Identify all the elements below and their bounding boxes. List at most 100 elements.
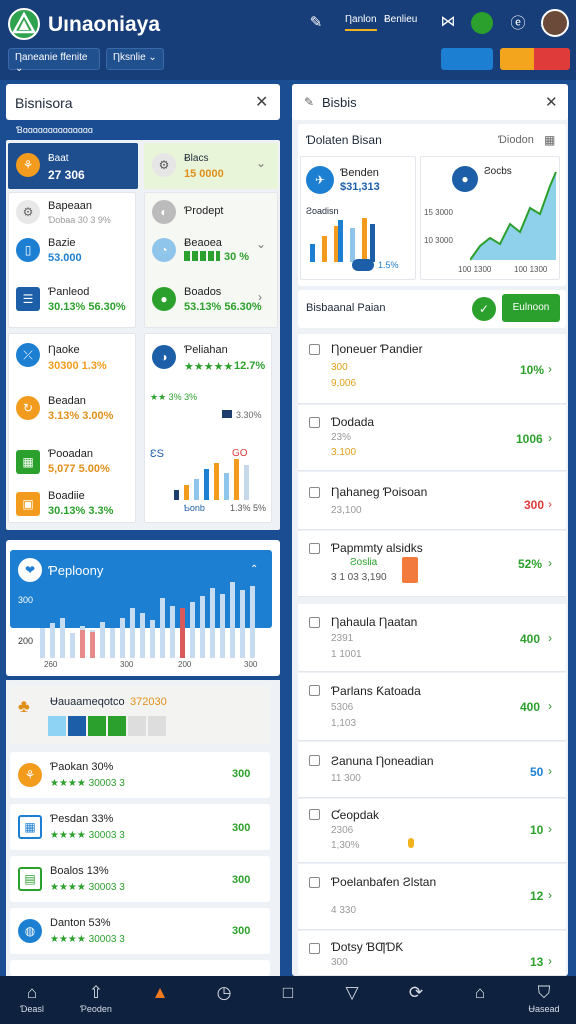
stat-beadan-value: 3.13% 3.00% [48, 410, 114, 422]
globe-icon: ◍ [18, 919, 42, 943]
settings-icon: ⚙ [16, 200, 40, 224]
stat-peliahan-value: 12.7% [234, 360, 266, 372]
bottom-nav: ⌂ Ɗeasl ⇧ Ƥeoden ▲ ◷ □ ▽ ⟳ ⌂ ⛉ Ʉasead [0, 976, 576, 1024]
collapse-icon[interactable]: ⌃ [250, 564, 258, 575]
nav-link-2[interactable]: Ƀenlieu [384, 14, 417, 25]
left-item-2-title: Ƥesdan 33% [50, 813, 114, 825]
nav-filter[interactable]: ▽ [320, 976, 384, 1024]
row-7-sub1: 11 300 [331, 773, 361, 784]
toggle-button[interactable]: Eulnoon [502, 294, 560, 322]
row-4-checkbox[interactable] [309, 543, 320, 554]
mini-chart-label-1: ƐS [150, 448, 164, 460]
left-list-item-3[interactable] [10, 856, 270, 902]
row-9-chevron-icon[interactable]: › [548, 888, 552, 902]
row-8-checkbox[interactable] [309, 809, 320, 820]
row-6-value: 400 [520, 700, 541, 714]
nav-home[interactable]: ⌂ Ɗeasl [0, 976, 64, 1024]
calendar-icon[interactable]: ▦ [544, 133, 555, 147]
row-10-checkbox[interactable] [309, 943, 320, 954]
row-4-title: Ƥapmmty alsidks [331, 541, 423, 555]
row-4-chevron-icon[interactable]: › [548, 556, 552, 570]
chevron-down-icon[interactable]: ⌄ [256, 156, 266, 170]
notification-icon[interactable]: ⓔ [508, 12, 528, 33]
stat-boadiie-title: Boadiie [48, 490, 85, 502]
warning-button[interactable] [500, 48, 534, 70]
row-7-chevron-icon[interactable]: › [548, 764, 552, 778]
dropdown-filter-1[interactable]: Ƞaneanie ffenite ⌄ [8, 48, 100, 74]
dropdown-filter-2[interactable]: Ƞksnlie ⌄ [106, 48, 164, 70]
left-item-3-stars: ★★★★ 30003 3 [50, 882, 125, 893]
status-toggle-icon[interactable] [471, 12, 493, 34]
nav-clock[interactable]: ◷ [192, 976, 256, 1024]
row-1-chevron-icon[interactable]: › [548, 362, 552, 376]
card1-pill [352, 259, 374, 271]
row-6-checkbox[interactable] [309, 685, 320, 696]
square-icon: □ [282, 983, 294, 1002]
row-5-chevron-icon[interactable]: › [548, 631, 552, 645]
left-item-3-value[interactable]: 300 [232, 874, 250, 886]
left-item-4-value[interactable]: 300 [232, 925, 250, 937]
tile-beaoea-title: Ƀeaoea [184, 237, 222, 249]
avatar[interactable] [541, 9, 569, 37]
left-list-item-5[interactable] [10, 960, 270, 976]
row-4-badge [402, 557, 418, 583]
left-item-2-value[interactable]: 300 [232, 822, 250, 834]
view-toggle-button[interactable] [441, 48, 493, 70]
share-icon[interactable]: ⋈ [438, 12, 458, 30]
fire-icon: ▲ [151, 983, 169, 1002]
row-6-sub2: 1,103 [331, 718, 357, 729]
row-3-checkbox[interactable] [309, 487, 320, 498]
pencil-icon[interactable]: ✎ [304, 95, 314, 109]
right-row-9[interactable] [298, 864, 566, 930]
chevron-right-icon[interactable]: › [258, 290, 262, 304]
alert-button[interactable] [534, 48, 570, 70]
row-4-sub2: 3 1 03 3,190 [331, 572, 387, 583]
card1-title: Ɓenden [340, 167, 379, 179]
left-item-1-value[interactable]: 300 [232, 768, 250, 780]
row-3-value: 300 [524, 498, 545, 512]
filter-icon: ▽ [345, 983, 359, 1002]
nav-shield[interactable]: ⛉ Ʉasead [512, 976, 576, 1024]
row-3-chevron-icon[interactable]: › [548, 497, 552, 511]
row-7-checkbox[interactable] [309, 755, 320, 766]
nav-refresh[interactable]: ⟳ [384, 976, 448, 1024]
chevron-down-icon-2[interactable]: ⌄ [256, 237, 266, 251]
nav-upload[interactable]: ⇧ Ƥeoden [64, 976, 128, 1024]
row-10-value: 13 [530, 955, 544, 969]
row-8-sub1: 2306 [331, 825, 354, 836]
row-8-chevron-icon[interactable]: › [548, 822, 552, 836]
nav-fire[interactable]: ▲ [128, 976, 192, 1024]
nav-bag[interactable]: ⌂ [448, 976, 512, 1024]
row-9-checkbox[interactable] [309, 877, 320, 888]
close-icon-right[interactable]: ✕ [545, 93, 558, 111]
row-2-chevron-icon[interactable]: › [548, 431, 552, 445]
clipboard-icon: ▤ [18, 867, 42, 891]
left-list-item-4[interactable] [10, 908, 270, 954]
flame-icon: ⚘ [16, 153, 40, 177]
row-1-sub1: 300 [331, 362, 348, 373]
right-row-7[interactable] [298, 742, 566, 798]
left-list-item-1[interactable] [10, 752, 270, 798]
row-8-title: Ƈeopdak [331, 808, 380, 822]
nav-link-1[interactable]: Ƞanlon [345, 14, 377, 31]
progress-card-title: Ʉauaameqotco [50, 696, 125, 708]
row-10-title: Ɗotsy ƁƢƊƘ [331, 940, 404, 954]
row-1-sub2: 9,006 [331, 378, 357, 389]
tile-panleod-title: Ƥanleod [48, 286, 90, 298]
nav-square[interactable]: □ [256, 976, 320, 1024]
left-list-item-2[interactable] [10, 804, 270, 850]
summary-card-action[interactable]: Ɗiodon [498, 134, 534, 146]
stat-beadan-title: Beadan [48, 395, 86, 407]
row-1-checkbox[interactable] [309, 344, 320, 355]
row-5-checkbox[interactable] [309, 617, 320, 628]
tile-bazie-title: Bazie [48, 237, 76, 249]
row-9-sub1: 4 330 [331, 905, 357, 916]
row-10-chevron-icon[interactable]: › [548, 954, 552, 968]
row-1-title: Ƞoneuer Ƥandier [331, 342, 423, 356]
row-6-chevron-icon[interactable]: › [548, 699, 552, 713]
graph-x-1: 260 [44, 660, 58, 669]
close-icon[interactable]: ✕ [255, 92, 268, 112]
edit-icon[interactable]: ✎ [306, 13, 326, 31]
row-2-checkbox[interactable] [309, 417, 320, 428]
check-icon[interactable]: ✓ [472, 297, 496, 321]
